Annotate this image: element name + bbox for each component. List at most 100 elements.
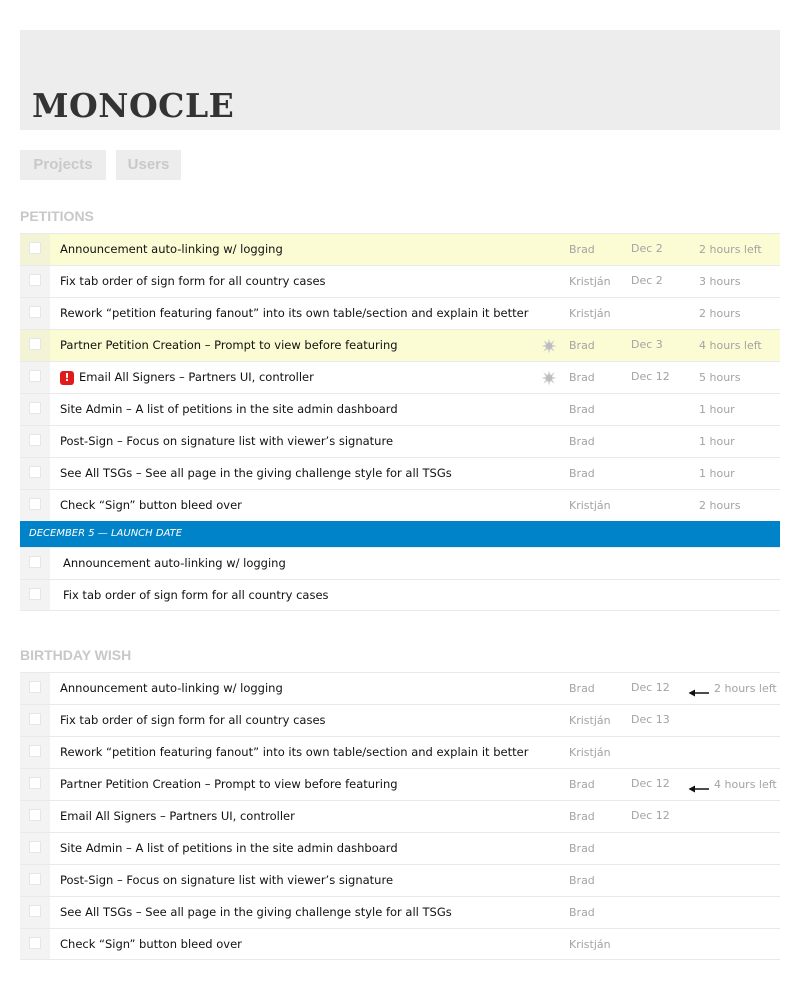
task-row[interactable]: See All TSGs – See all page in the givin…: [20, 457, 780, 489]
task-due-date[interactable]: Dec 2: [631, 242, 663, 255]
task-title[interactable]: See All TSGs – See all page in the givin…: [60, 466, 452, 480]
task-estimate: 2 hours: [699, 499, 741, 512]
task-owner[interactable]: Brad: [569, 842, 595, 855]
task-row[interactable]: Rework “petition featuring fanout” into …: [20, 736, 780, 768]
task-row[interactable]: Fix tab order of sign form for all count…: [20, 265, 780, 297]
task-checkbox[interactable]: [29, 370, 41, 382]
task-checkbox[interactable]: [29, 306, 41, 318]
task-checkbox[interactable]: [29, 937, 41, 949]
task-title[interactable]: Email All Signers – Partners UI, control…: [79, 370, 314, 384]
task-owner[interactable]: Brad: [569, 874, 595, 887]
splat-icon[interactable]: [541, 338, 557, 354]
task-checkbox[interactable]: [29, 777, 41, 789]
task-gutter: [20, 298, 50, 329]
task-row[interactable]: Partner Petition Creation – Prompt to vi…: [20, 329, 780, 361]
task-row[interactable]: Fix tab order of sign form for all count…: [20, 579, 780, 611]
task-checkbox[interactable]: [29, 466, 41, 478]
task-owner[interactable]: Brad: [569, 810, 595, 823]
task-title[interactable]: See All TSGs – See all page in the givin…: [60, 905, 452, 919]
task-gutter: [20, 580, 50, 610]
task-due-date[interactable]: Dec 3: [631, 338, 663, 351]
task-row[interactable]: Partner Petition Creation – Prompt to vi…: [20, 768, 780, 800]
task-checkbox[interactable]: [29, 588, 41, 600]
task-title[interactable]: Fix tab order of sign form for all count…: [60, 713, 326, 727]
task-title[interactable]: Email All Signers – Partners UI, control…: [60, 809, 295, 823]
task-owner[interactable]: Kristján: [569, 938, 611, 951]
task-gutter: [20, 929, 50, 959]
task-owner[interactable]: Brad: [569, 467, 595, 480]
task-due-date[interactable]: Dec 13: [631, 713, 670, 726]
task-title[interactable]: Fix tab order of sign form for all count…: [63, 588, 329, 602]
task-title[interactable]: Fix tab order of sign form for all count…: [60, 274, 326, 288]
task-checkbox[interactable]: [29, 713, 41, 725]
task-checkbox[interactable]: [29, 402, 41, 414]
task-owner[interactable]: Brad: [569, 682, 595, 695]
task-row[interactable]: Site Admin – A list of petitions in the …: [20, 393, 780, 425]
task-row[interactable]: Site Admin – A list of petitions in the …: [20, 832, 780, 864]
task-checkbox[interactable]: [29, 809, 41, 821]
splat-icon[interactable]: [541, 370, 557, 386]
task-owner[interactable]: Brad: [569, 435, 595, 448]
task-title[interactable]: Announcement auto-linking w/ logging: [60, 242, 283, 256]
task-checkbox[interactable]: [29, 745, 41, 757]
task-row[interactable]: Email All Signers – Partners UI, control…: [20, 800, 780, 832]
task-owner[interactable]: Brad: [569, 778, 595, 791]
task-row[interactable]: ! Email All Signers – Partners UI, contro…: [20, 361, 780, 393]
task-checkbox[interactable]: [29, 556, 41, 568]
task-gutter: [20, 234, 50, 265]
task-title[interactable]: Rework “petition featuring fanout” into …: [60, 745, 528, 759]
task-owner[interactable]: Kristján: [569, 499, 611, 512]
task-row[interactable]: Rework “petition featuring fanout” into …: [20, 297, 780, 329]
task-owner[interactable]: Kristján: [569, 714, 611, 727]
task-title[interactable]: Rework “petition featuring fanout” into …: [60, 306, 528, 320]
task-owner[interactable]: Kristján: [569, 746, 611, 759]
task-due-date[interactable]: Dec 12: [631, 777, 670, 790]
task-row[interactable]: Post-Sign – Focus on signature list with…: [20, 425, 780, 457]
app-logo[interactable]: MONOCLE: [32, 86, 234, 126]
task-row[interactable]: Check “Sign” button bleed over Kristján 2 …: [20, 489, 780, 521]
task-row[interactable]: Check “Sign” button bleed over Kristján: [20, 928, 780, 960]
task-row[interactable]: Post-Sign – Focus on signature list with…: [20, 864, 780, 896]
task-checkbox[interactable]: [29, 274, 41, 286]
task-title[interactable]: Partner Petition Creation – Prompt to vi…: [60, 338, 398, 352]
task-title[interactable]: Announcement auto-linking w/ logging: [60, 681, 283, 695]
task-title[interactable]: Site Admin – A list of petitions in the …: [60, 841, 398, 855]
task-checkbox[interactable]: [29, 498, 41, 510]
task-due-date[interactable]: Dec 2: [631, 274, 663, 287]
task-gutter: [20, 801, 50, 832]
task-checkbox[interactable]: [29, 905, 41, 917]
task-due-date[interactable]: Dec 12: [631, 681, 670, 694]
task-owner[interactable]: Brad: [569, 243, 595, 256]
task-owner[interactable]: Brad: [569, 371, 595, 384]
task-checkbox[interactable]: [29, 681, 41, 693]
task-title[interactable]: Post-Sign – Focus on signature list with…: [60, 873, 393, 887]
task-row[interactable]: Fix tab order of sign form for all count…: [20, 704, 780, 736]
task-title[interactable]: Check “Sign” button bleed over: [60, 498, 242, 512]
task-row[interactable]: Announcement auto-linking w/ logging Brad…: [20, 672, 780, 704]
task-checkbox[interactable]: [29, 242, 41, 254]
task-title[interactable]: Partner Petition Creation – Prompt to vi…: [60, 777, 398, 791]
task-owner[interactable]: Kristján: [569, 275, 611, 288]
task-due-date[interactable]: Dec 12: [631, 370, 670, 383]
nav-projects-button[interactable]: Projects: [20, 150, 106, 180]
task-checkbox[interactable]: [29, 841, 41, 853]
task-owner[interactable]: Brad: [569, 403, 595, 416]
task-estimate: 1 hour: [699, 403, 735, 416]
task-row[interactable]: Announcement auto-linking w/ logging Brad…: [20, 233, 780, 265]
task-estimate: 3 hours: [699, 275, 741, 288]
task-row[interactable]: Announcement auto-linking w/ logging: [20, 547, 780, 579]
task-title[interactable]: Announcement auto-linking w/ logging: [63, 556, 286, 570]
task-checkbox[interactable]: [29, 338, 41, 350]
task-due-date[interactable]: Dec 12: [631, 809, 670, 822]
task-checkbox[interactable]: [29, 434, 41, 446]
task-owner[interactable]: Kristján: [569, 307, 611, 320]
task-title[interactable]: Site Admin – A list of petitions in the …: [60, 402, 398, 416]
task-title[interactable]: Post-Sign – Focus on signature list with…: [60, 434, 393, 448]
task-owner[interactable]: Brad: [569, 906, 595, 919]
task-owner[interactable]: Brad: [569, 339, 595, 352]
task-gutter: [20, 362, 50, 393]
nav-users-button[interactable]: Users: [116, 150, 181, 180]
task-row[interactable]: See All TSGs – See all page in the givin…: [20, 896, 780, 928]
task-title[interactable]: Check “Sign” button bleed over: [60, 937, 242, 951]
task-checkbox[interactable]: [29, 873, 41, 885]
